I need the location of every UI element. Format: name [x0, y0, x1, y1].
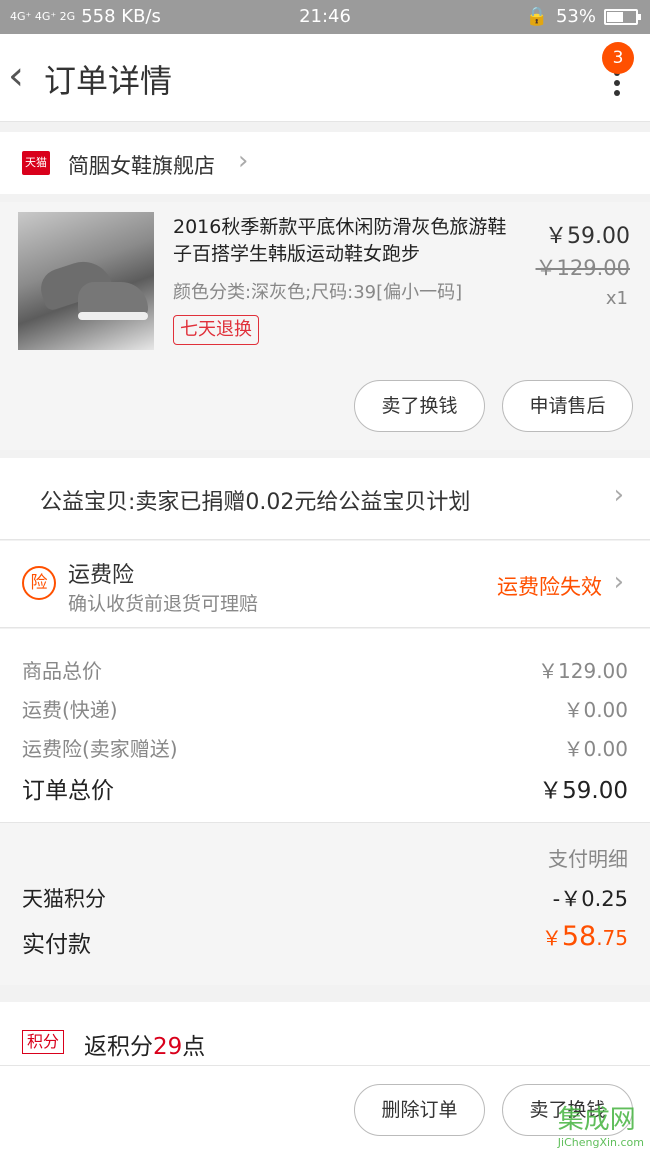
product-original-price: ￥129.00 — [535, 256, 630, 280]
order-total-label: 订单总价 — [22, 778, 114, 804]
battery-icon — [604, 8, 641, 25]
shipping-label: 运费(快递) — [22, 698, 118, 722]
order-total-value: ￥59.00 — [539, 778, 628, 804]
sell-for-cash-button[interactable]: 卖了换钱 — [354, 380, 485, 432]
actual-paid-currency: ￥ — [541, 926, 562, 950]
nav-bar: ‹ 订单详情 3 — [0, 34, 650, 122]
shipping-insurance-row[interactable]: 险 运费险 确认收货前退货可理赔 运费险失效 › — [0, 541, 650, 628]
watermark-text: 集成网 — [557, 1105, 636, 1135]
insurance-title: 运费险 — [68, 563, 135, 588]
goods-total-value: ￥129.00 — [538, 659, 628, 683]
product-price: ￥59.00 — [545, 224, 630, 249]
product-item[interactable]: 2016秋季新款平底休闲防滑灰色旅游鞋子百搭学生韩版运动鞋女跑步 颜色分类:深灰… — [0, 202, 650, 450]
price-summary: 商品总价 ￥129.00 运费(快递) ￥0.00 运费险(卖家赠送) ￥0.0… — [0, 629, 650, 823]
actual-paid-label: 实付款 — [22, 932, 91, 958]
insurance-status[interactable]: 运费险失效 — [497, 571, 602, 601]
goods-total-label: 商品总价 — [22, 659, 102, 683]
rotation-lock-icon: 🔒 — [525, 6, 548, 27]
charity-row[interactable]: 公益宝贝:卖家已捐赠0.02元给公益宝贝计划 › — [0, 458, 650, 540]
points-reward-row: 积分 返积分29点 — [0, 1002, 650, 1066]
product-thumbnail[interactable] — [18, 212, 154, 350]
product-sku: 颜色分类:深灰色;尺码:39[偏小一码] — [173, 282, 463, 303]
chevron-right-icon: › — [613, 480, 624, 510]
battery-percent: 53% — [555, 6, 596, 27]
points-text: 返积分29点 — [84, 1027, 205, 1061]
payment-details: 支付明细 天猫积分 -￥0.25 实付款 ￥58.75 — [0, 823, 650, 985]
insurance-fee-value: ￥0.00 — [563, 737, 628, 761]
product-quantity: x1 — [605, 288, 628, 309]
product-title[interactable]: 2016秋季新款平底休闲防滑灰色旅游鞋子百搭学生韩版运动鞋女跑步 — [173, 214, 513, 268]
chevron-right-icon: › — [238, 146, 249, 176]
points-prefix: 返积分 — [84, 1034, 153, 1060]
tmall-points-value: -￥0.25 — [552, 887, 628, 911]
status-bar: 4G⁺ 4G⁺ 2G 558 KB/s 21:46 🔒 53% — [0, 0, 650, 34]
shipping-value: ￥0.00 — [563, 698, 628, 722]
shop-name[interactable]: 简胭女鞋旗舰店 — [68, 150, 215, 180]
chevron-right-icon: › — [613, 567, 624, 597]
actual-paid-value: ￥58.75 — [542, 921, 628, 952]
after-sale-button[interactable]: 申请售后 — [502, 380, 633, 432]
notification-badge[interactable]: 3 — [602, 42, 634, 74]
actual-paid-decimal: .75 — [596, 926, 628, 950]
status-right: 🔒 53% — [525, 6, 641, 27]
payment-detail-label: 支付明细 — [548, 847, 628, 871]
bottom-action-bar: 删除订单 卖了换钱 集成网 JiChengXin.com — [0, 1066, 650, 1155]
points-count: 29 — [153, 1034, 183, 1060]
points-tag: 积分 — [22, 1030, 65, 1054]
delete-order-button[interactable]: 删除订单 — [354, 1084, 485, 1136]
watermark-logo: 集成网 JiChengXin.com — [558, 1099, 644, 1149]
insurance-fee-label: 运费险(卖家赠送) — [22, 737, 178, 761]
insurance-subtitle: 确认收货前退货可理赔 — [68, 593, 259, 615]
tmall-icon: 天猫 — [22, 151, 50, 175]
actual-paid-integer: 58 — [561, 921, 597, 952]
points-suffix: 点 — [182, 1034, 206, 1060]
tmall-points-label: 天猫积分 — [22, 887, 106, 911]
watermark-sub: JiChengXin.com — [557, 1136, 644, 1149]
return-policy-tag: 七天退换 — [173, 315, 259, 345]
charity-text: 公益宝贝:卖家已捐赠0.02元给公益宝贝计划 — [40, 490, 471, 515]
insurance-icon: 险 — [22, 566, 56, 600]
shop-row[interactable]: 天猫 简胭女鞋旗舰店 › — [0, 132, 650, 194]
page-title: 订单详情 — [44, 62, 173, 100]
back-icon[interactable]: ‹ — [8, 56, 36, 96]
